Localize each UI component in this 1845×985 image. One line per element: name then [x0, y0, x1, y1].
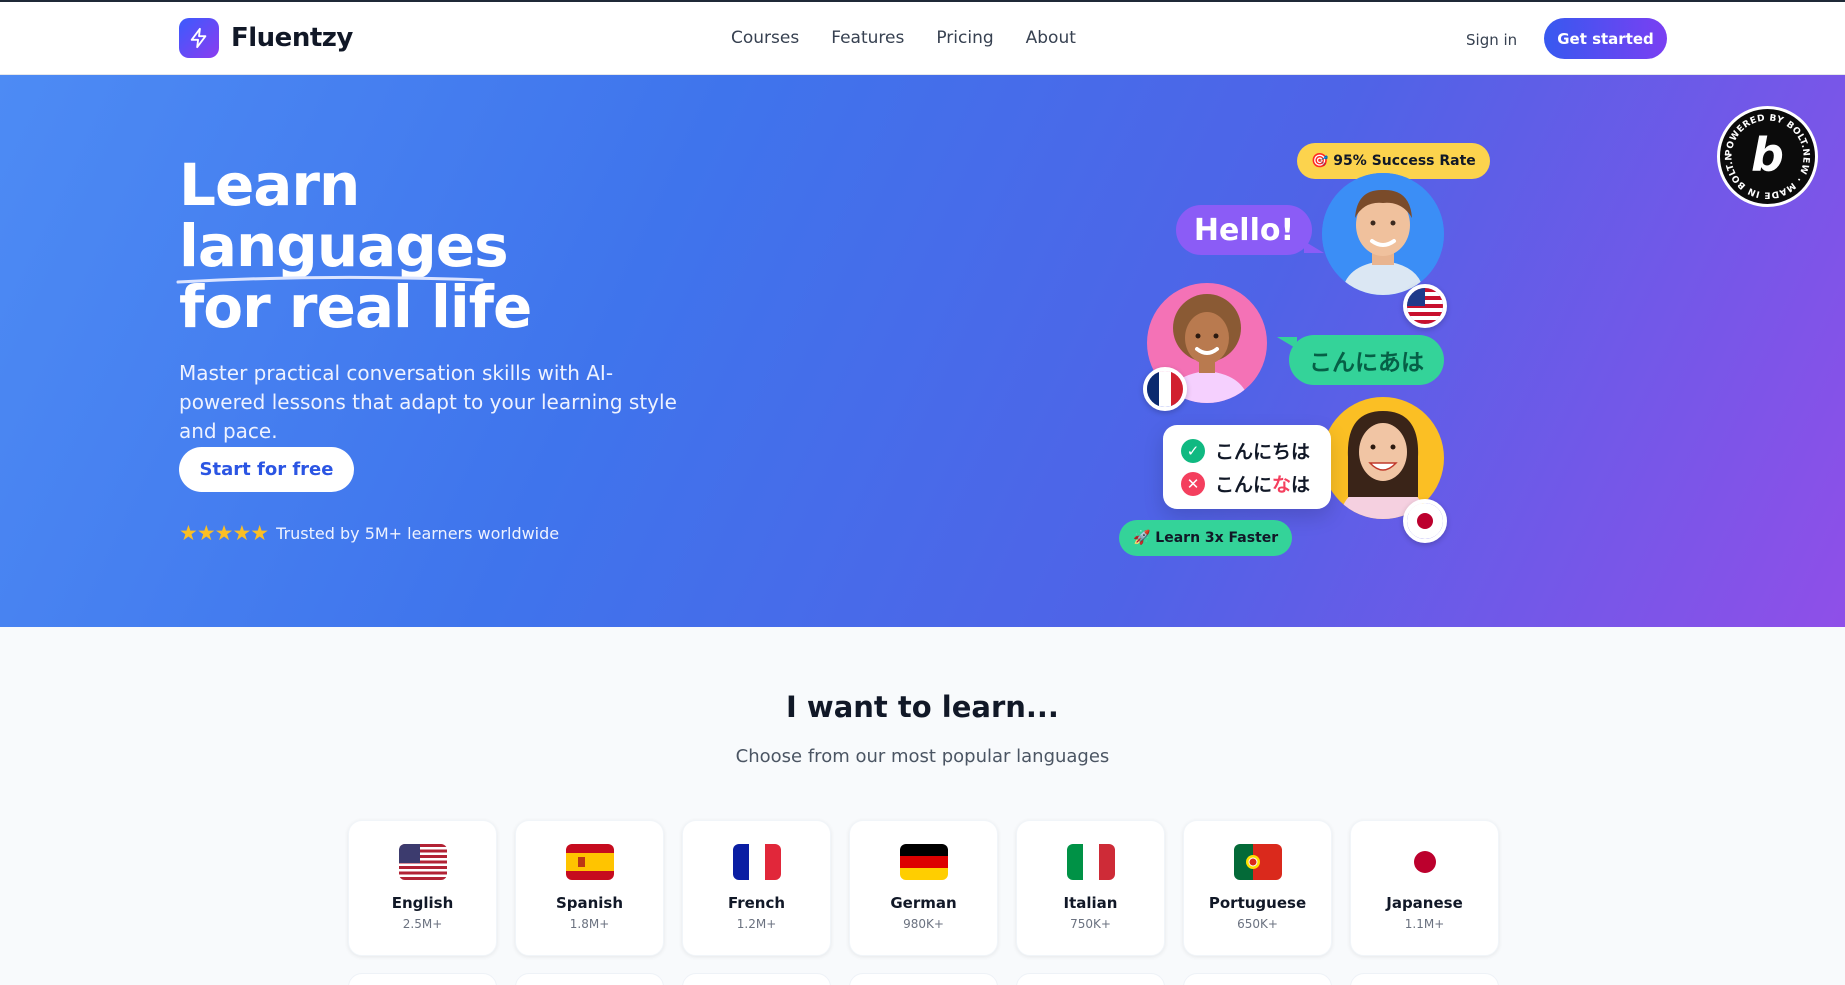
- italy-flag-icon: [1066, 844, 1115, 880]
- language-name: Japanese: [1386, 894, 1463, 912]
- language-learner-count: 750K+: [1070, 917, 1111, 931]
- lightning-bolt-icon: [179, 18, 219, 58]
- language-learner-count: 1.8M+: [569, 917, 610, 931]
- quiz-wrong-highlight: な: [1272, 474, 1292, 496]
- site-header: Fluentzy Courses Features Pricing About …: [0, 2, 1845, 75]
- language-card-partial[interactable]: [1350, 973, 1499, 985]
- portugal-flag-icon: [1233, 844, 1282, 880]
- language-grid-next-row: [348, 973, 1499, 985]
- sign-in-link[interactable]: Sign in: [1466, 31, 1517, 49]
- cross-icon: ✕: [1181, 471, 1205, 496]
- trust-row: ★★★★★ Trusted by 5M+ learners worldwide: [179, 521, 559, 545]
- brand-name: Fluentzy: [231, 23, 353, 53]
- japan-flag-icon: [1403, 499, 1447, 543]
- language-learner-count: 1.2M+: [736, 917, 777, 931]
- japan-flag-icon: [1400, 844, 1449, 880]
- language-card-french[interactable]: French 1.2M+: [682, 820, 831, 956]
- trust-text: Trusted by 5M+ learners worldwide: [276, 523, 560, 543]
- title-underline-decoration: [176, 275, 484, 284]
- hello-speech-bubble: Hello!: [1176, 205, 1324, 255]
- check-icon: ✓: [1181, 438, 1205, 463]
- nav-courses[interactable]: Courses: [731, 28, 799, 48]
- language-learner-count: 650K+: [1237, 917, 1278, 931]
- quiz-wrong-row: ✕ こんになは: [1181, 467, 1313, 500]
- france-flag-icon: [1143, 367, 1187, 411]
- language-card-partial[interactable]: [348, 973, 497, 985]
- hero-title: Learn languages for real life: [179, 151, 532, 341]
- nav-pricing[interactable]: Pricing: [936, 28, 993, 48]
- quiz-wrong-prefix: こんに: [1215, 474, 1273, 496]
- language-card-partial[interactable]: [682, 973, 831, 985]
- quiz-correct-text: こんにちは: [1215, 441, 1311, 463]
- language-name: French: [727, 894, 786, 912]
- language-card-japanese[interactable]: Japanese 1.1M+: [1350, 820, 1499, 956]
- language-card-italian[interactable]: Italian 750K+: [1016, 820, 1165, 956]
- hero-title-line-3: for real life: [179, 273, 532, 341]
- language-card-spanish[interactable]: Spanish 1.8M+: [515, 820, 664, 956]
- languages-subtitle: Choose from our most popular languages: [735, 746, 1110, 767]
- language-card-partial[interactable]: [1016, 973, 1165, 985]
- hero-title-line-2: languages: [179, 212, 509, 280]
- hero-section: Learn languages for real life Master pra…: [0, 75, 1845, 627]
- language-card-partial[interactable]: [515, 973, 664, 985]
- language-card-partial[interactable]: [1183, 973, 1332, 985]
- us-flag-icon: [398, 844, 447, 880]
- language-grid: English 2.5M+ Spanish 1.8M+ French 1.2M+…: [348, 820, 1499, 956]
- main-nav: Courses Features Pricing About: [731, 28, 1076, 48]
- language-learner-count: 1.1M+: [1404, 917, 1445, 931]
- language-name: German: [890, 894, 957, 912]
- bolt-letter-icon: b: [1751, 128, 1784, 182]
- hero-subtitle: Master practical conversation skills wit…: [179, 361, 677, 443]
- languages-title: I want to learn...: [786, 690, 1059, 724]
- language-card-portuguese[interactable]: Portuguese 650K+: [1183, 820, 1332, 956]
- nav-about[interactable]: About: [1026, 28, 1076, 48]
- learn-faster-badge: 🚀 Learn 3x Faster: [1119, 520, 1293, 556]
- learner-avatar-man: [1322, 173, 1444, 295]
- quiz-card: ✓ こんにちは ✕ こんになは: [1163, 425, 1331, 509]
- japanese-speech-bubble: こんにあは: [1277, 335, 1444, 385]
- language-name: Portuguese: [1208, 894, 1307, 912]
- brand-logo[interactable]: Fluentzy: [179, 18, 353, 58]
- start-for-free-button[interactable]: Start for free: [179, 447, 354, 492]
- language-card-english[interactable]: English 2.5M+: [348, 820, 497, 956]
- language-name: Italian: [1063, 894, 1118, 912]
- rating-stars-icon: ★★★★★: [179, 521, 269, 545]
- germany-flag-icon: [899, 844, 948, 880]
- quiz-wrong-suffix: は: [1291, 474, 1311, 496]
- language-name: English: [391, 894, 454, 912]
- language-name: Spanish: [555, 894, 624, 912]
- language-card-partial[interactable]: [849, 973, 998, 985]
- quiz-correct-row: ✓ こんにちは: [1181, 434, 1313, 467]
- bolt-powered-badge[interactable]: POWERED BY BOLT.NEW · MADE IN BOLT.NEW ·…: [1715, 102, 1818, 207]
- language-learner-count: 2.5M+: [402, 917, 443, 931]
- spain-flag-icon: [565, 844, 614, 880]
- language-card-german[interactable]: German 980K+: [849, 820, 998, 956]
- hero-title-line-1: Learn: [179, 151, 360, 219]
- france-flag-icon: [732, 844, 781, 880]
- language-learner-count: 980K+: [903, 917, 944, 931]
- nav-features[interactable]: Features: [831, 28, 904, 48]
- us-flag-icon: [1403, 284, 1447, 328]
- get-started-button[interactable]: Get started: [1544, 18, 1667, 59]
